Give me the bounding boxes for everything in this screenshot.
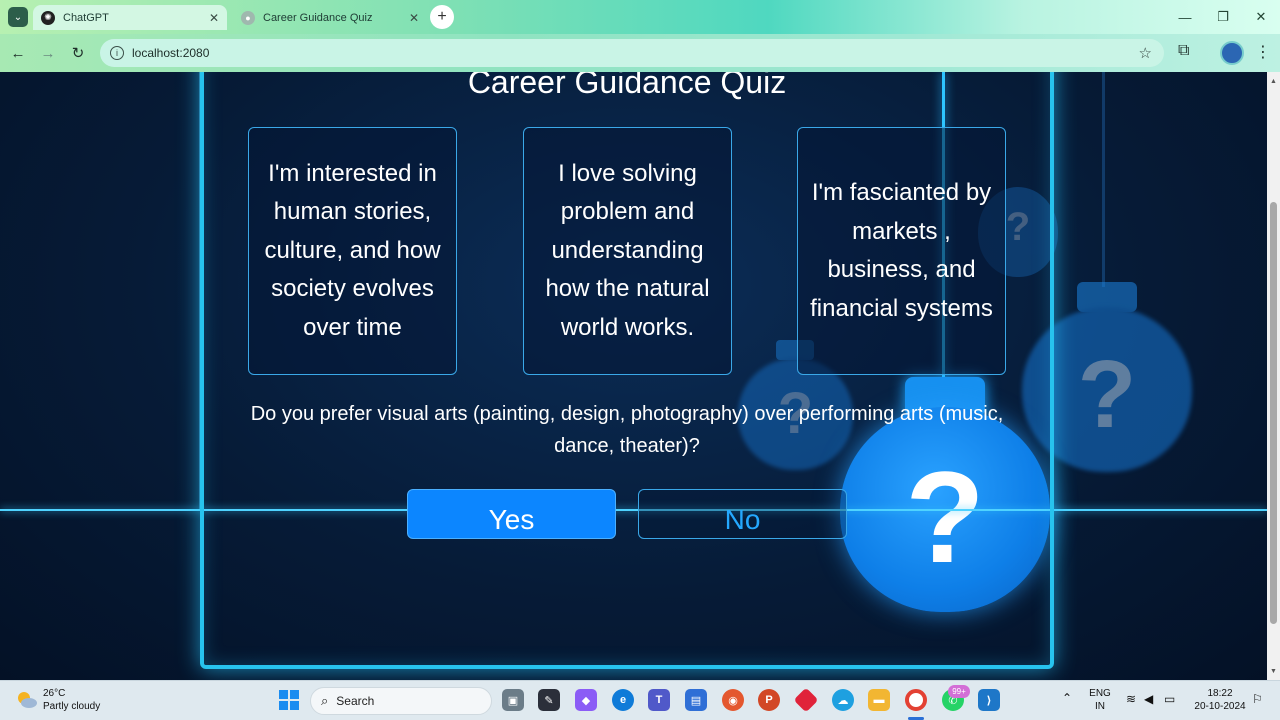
teams-icon[interactable]: T bbox=[648, 689, 670, 711]
volume-icon[interactable]: ◀ bbox=[1144, 692, 1153, 706]
notification-badge: 99+ bbox=[948, 685, 970, 698]
site-info-icon[interactable]: i bbox=[110, 46, 124, 60]
notification-bell-icon[interactable]: ⚐ bbox=[1252, 692, 1263, 706]
weather-app-icon[interactable]: ☁ bbox=[832, 689, 854, 711]
edge-icon[interactable]: e bbox=[612, 689, 634, 711]
back-arrow-icon[interactable]: ← bbox=[8, 43, 28, 63]
background-wire bbox=[1102, 72, 1105, 287]
windows-start-icon[interactable] bbox=[278, 689, 300, 711]
notepad-icon[interactable]: ✎ bbox=[538, 689, 560, 711]
option-card-science[interactable]: I love solving problem and understanding… bbox=[523, 127, 732, 375]
background-frame-left bbox=[0, 72, 200, 510]
yes-button[interactable]: Yes bbox=[407, 489, 616, 539]
scroll-down-icon[interactable]: ▼ bbox=[1270, 668, 1277, 675]
forward-arrow-icon[interactable]: → bbox=[38, 43, 58, 63]
quiz-question: Do you prefer visual arts (painting, des… bbox=[250, 403, 1004, 457]
powerpoint-icon[interactable]: P bbox=[758, 689, 780, 711]
option-card-commerce[interactable]: I'm fascianted by markets , business, an… bbox=[797, 127, 1006, 375]
firefox-icon[interactable]: ◉ bbox=[722, 689, 744, 711]
option-card-humanities[interactable]: I'm interested in human stories, culture… bbox=[248, 127, 457, 375]
scroll-thumb[interactable] bbox=[1270, 202, 1277, 624]
weather-temperature[interactable]: 26°C bbox=[43, 688, 65, 699]
clock-date[interactable]: 20-10-2024 bbox=[1190, 701, 1250, 712]
globe-icon: ● bbox=[241, 10, 255, 25]
no-button[interactable]: No bbox=[638, 489, 847, 539]
extensions-puzzle-icon[interactable]: ⧉ bbox=[1178, 42, 1189, 60]
url-text: localhost:2080 bbox=[132, 46, 210, 60]
chatgpt-logo-icon: ✺ bbox=[41, 10, 55, 25]
store-icon[interactable]: ▤ bbox=[685, 689, 707, 711]
scroll-up-icon[interactable]: ▲ bbox=[1270, 78, 1277, 85]
file-explorer-icon[interactable]: ▬ bbox=[868, 689, 890, 711]
browser-titlebar: ⌄ ✺ ChatGPT ✕ ● Career Guidance Quiz ✕ +… bbox=[0, 0, 1280, 34]
clock-time[interactable]: 18:22 bbox=[1190, 688, 1250, 699]
restore-icon[interactable]: ❐ bbox=[1204, 0, 1242, 34]
new-tab-plus-icon[interactable]: + bbox=[430, 5, 454, 29]
copilot-icon[interactable]: ◆ bbox=[575, 689, 597, 711]
weather-description[interactable]: Partly cloudy bbox=[43, 701, 100, 712]
vscode-icon[interactable]: ⟩ bbox=[978, 689, 1000, 711]
anydesk-icon[interactable] bbox=[793, 687, 819, 713]
tab-search-chevron-icon[interactable]: ⌄ bbox=[8, 7, 28, 27]
tab-career-quiz[interactable]: ● Career Guidance Quiz ✕ bbox=[233, 5, 427, 30]
partly-cloudy-icon bbox=[18, 692, 37, 708]
tab-label: ChatGPT bbox=[63, 11, 109, 24]
page-viewport: ? ? ? ? Career Guidance Quiz I'm interes… bbox=[0, 72, 1267, 680]
taskbar-search-input[interactable]: ⌕ Search bbox=[310, 687, 492, 715]
tray-overflow-chevron-icon[interactable]: ⌃ bbox=[1062, 691, 1072, 705]
page-scrollbar[interactable]: ▲ ▼ bbox=[1267, 72, 1280, 680]
battery-icon[interactable]: ▭ bbox=[1164, 692, 1175, 706]
minimize-icon[interactable]: — bbox=[1166, 0, 1204, 34]
language-indicator-top[interactable]: ENG bbox=[1088, 688, 1112, 699]
window-close-icon[interactable]: ✕ bbox=[1242, 0, 1280, 34]
address-bar[interactable]: i localhost:2080 ☆ bbox=[100, 39, 1164, 67]
menu-kebab-icon[interactable]: ⋮ bbox=[1255, 42, 1271, 62]
close-icon[interactable]: ✕ bbox=[209, 11, 219, 25]
search-icon: ⌕ bbox=[321, 693, 329, 708]
language-indicator-bottom[interactable]: IN bbox=[1088, 701, 1112, 712]
search-label: Search bbox=[336, 694, 375, 708]
page-title: Career Guidance Quiz bbox=[467, 72, 787, 100]
tab-chatgpt[interactable]: ✺ ChatGPT ✕ bbox=[33, 5, 227, 30]
reload-icon[interactable]: ↻ bbox=[68, 43, 88, 63]
wifi-icon[interactable]: ≋ bbox=[1126, 692, 1136, 706]
taskbar: 26°C Partly cloudy ⌕ Search ▣ ✎ ◆ e T ▤ … bbox=[0, 680, 1280, 720]
chrome-icon[interactable] bbox=[905, 689, 927, 711]
tab-label: Career Guidance Quiz bbox=[263, 11, 373, 24]
bookmark-star-icon[interactable]: ☆ bbox=[1139, 44, 1152, 62]
task-view-icon[interactable]: ▣ bbox=[502, 689, 524, 711]
profile-avatar[interactable] bbox=[1220, 41, 1244, 65]
close-icon[interactable]: ✕ bbox=[409, 11, 419, 25]
browser-toolbar: ← → ↻ i localhost:2080 ☆ bbox=[0, 34, 1280, 72]
